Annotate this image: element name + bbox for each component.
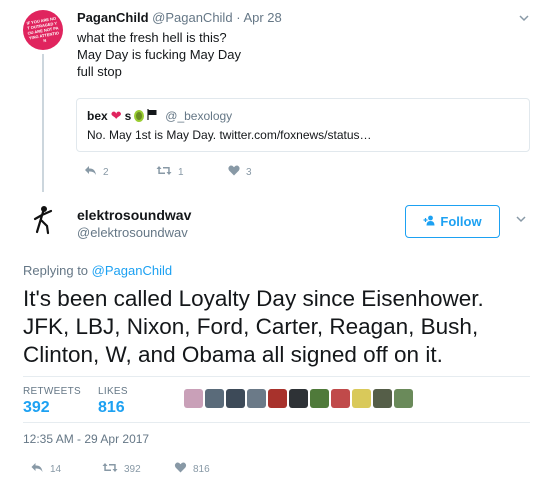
heart-icon[interactable] xyxy=(228,165,240,179)
replying-handle-link[interactable]: @PaganChild xyxy=(92,263,172,278)
divider xyxy=(23,376,530,377)
parent-text-line: full stop xyxy=(77,64,122,79)
heart-icon[interactable] xyxy=(174,462,187,476)
retweet-count: 1 xyxy=(178,166,184,178)
like-action[interactable]: 816 xyxy=(174,462,246,476)
liker-avatar[interactable] xyxy=(184,389,203,408)
main-text-line: JFK, LBJ, Nixon, Ford, Carter, Reagan, B… xyxy=(23,314,479,339)
reply-action[interactable]: 14 xyxy=(30,462,102,476)
divider xyxy=(23,422,530,423)
retweet-icon[interactable] xyxy=(102,462,118,476)
quoted-handle: @_bexology xyxy=(165,109,233,123)
main-avatar[interactable] xyxy=(23,200,63,240)
parent-tweet-text: what the fresh hell is this? May Day is … xyxy=(77,29,241,80)
chevron-down-icon[interactable] xyxy=(515,213,527,225)
separator-dot: · xyxy=(236,10,241,25)
tweet-timestamp[interactable]: 12:35 AM - 29 Apr 2017 xyxy=(23,432,149,446)
parent-tweet-header: PaganChild @PaganChild · Apr 28 xyxy=(77,10,282,25)
avatar-text: IF YOU ARE NOT OUTRAGED YOU ARE NOT PAYI… xyxy=(26,15,60,43)
parent-text-line: what the fresh hell is this? xyxy=(77,30,227,45)
liker-avatar[interactable] xyxy=(373,389,392,408)
thread-line xyxy=(42,54,44,192)
likes-value: 816 xyxy=(98,399,125,416)
parent-avatar[interactable]: IF YOU ARE NOT OUTRAGED YOU ARE NOT PAYI… xyxy=(23,10,63,50)
parent-text-line: May Day is fucking May Day xyxy=(77,47,241,62)
main-action-bar: 14 392 816 xyxy=(30,462,246,476)
reply-count: 14 xyxy=(50,463,62,475)
quoted-display-name: bex xyxy=(87,109,108,123)
main-text-line: It's been called Loyalty Day since Eisen… xyxy=(23,286,484,311)
like-action[interactable]: 3 xyxy=(228,165,300,179)
like-count: 816 xyxy=(193,463,210,475)
parent-action-bar: 2 1 3 xyxy=(84,165,300,179)
reply-icon[interactable] xyxy=(84,165,97,179)
reply-icon[interactable] xyxy=(30,462,44,476)
liker-avatar[interactable] xyxy=(289,389,308,408)
like-count: 3 xyxy=(246,166,252,178)
quoted-name-suffix: s xyxy=(124,109,132,123)
retweet-action[interactable]: 392 xyxy=(102,462,174,476)
liker-avatar[interactable] xyxy=(226,389,245,408)
main-display-name[interactable]: elektrosoundwav xyxy=(77,207,191,223)
likes-stat[interactable]: LIKES 816 xyxy=(98,386,128,417)
reply-count: 2 xyxy=(103,166,109,178)
avocado-emoji-icon xyxy=(134,110,145,122)
liker-avatar[interactable] xyxy=(394,389,413,408)
add-person-icon xyxy=(423,214,435,229)
replying-to: Replying to @PaganChild xyxy=(23,263,172,278)
retweets-label: RETWEETS xyxy=(23,386,81,397)
liker-avatar[interactable] xyxy=(247,389,266,408)
quoted-tweet[interactable]: bex ❤ s @_bexology No. May 1st is May Day… xyxy=(76,98,530,152)
retweet-count: 392 xyxy=(124,463,141,475)
liker-avatar[interactable] xyxy=(331,389,350,408)
heart-emoji: ❤ xyxy=(110,108,122,123)
retweets-stat[interactable]: RETWEETS 392 xyxy=(23,386,81,417)
liker-avatar[interactable] xyxy=(310,389,329,408)
main-text-line: Clinton, W, and Obama all signed off on … xyxy=(23,342,443,367)
parent-display-name[interactable]: PaganChild xyxy=(77,10,149,25)
retweet-action[interactable]: 1 xyxy=(156,165,228,179)
chevron-down-icon[interactable] xyxy=(518,12,530,24)
retweets-value: 392 xyxy=(23,399,50,416)
likes-label: LIKES xyxy=(98,386,128,397)
follow-button[interactable]: Follow xyxy=(405,205,500,238)
replying-prefix: Replying to xyxy=(23,263,89,278)
main-tweet-text: It's been called Loyalty Day since Eisen… xyxy=(23,285,533,369)
quoted-tweet-text: No. May 1st is May Day. twitter.com/foxn… xyxy=(87,128,372,142)
main-handle[interactable]: @elektrosoundwav xyxy=(77,225,188,240)
follow-label: Follow xyxy=(440,214,482,229)
liker-avatar[interactable] xyxy=(268,389,287,408)
reply-action[interactable]: 2 xyxy=(84,165,156,179)
parent-date[interactable]: Apr 28 xyxy=(243,10,281,25)
retweet-icon[interactable] xyxy=(156,165,172,179)
parent-handle[interactable]: @PaganChild xyxy=(152,10,232,25)
quoted-tweet-header: bex ❤ s @_bexology xyxy=(87,108,232,124)
flag-emoji-icon xyxy=(147,109,158,123)
liker-avatars xyxy=(184,389,413,408)
liker-avatar[interactable] xyxy=(352,389,371,408)
liker-avatar[interactable] xyxy=(205,389,224,408)
